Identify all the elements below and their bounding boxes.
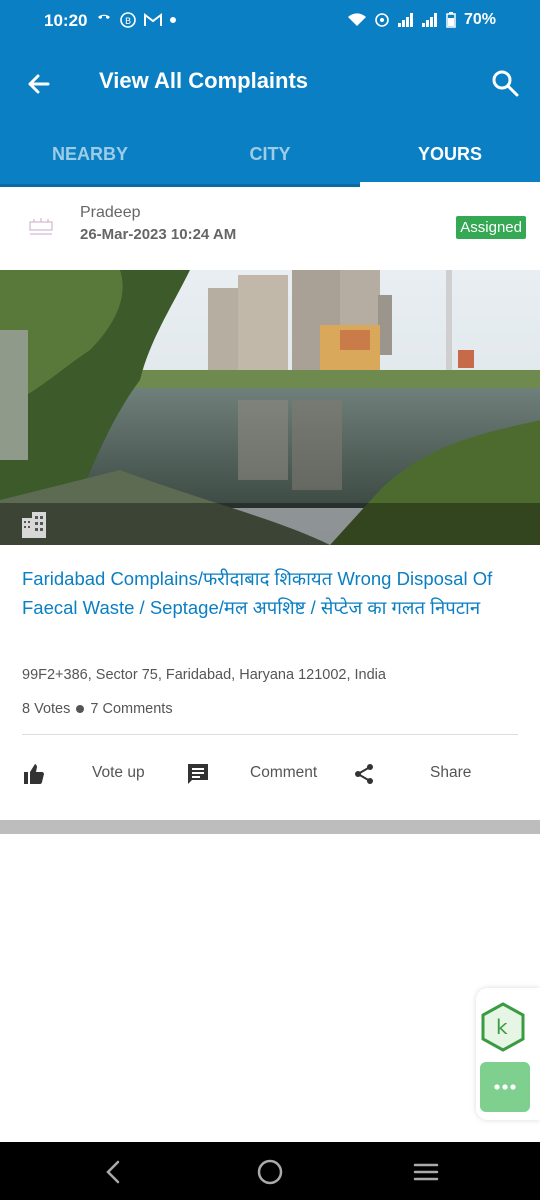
b-app-icon: B	[120, 12, 136, 28]
k-app-icon[interactable]: k	[480, 1002, 526, 1052]
complaint-title[interactable]: Faridabad Complains/फरीदाबाद शिकायत Wron…	[22, 564, 522, 622]
signal-icon-2	[421, 13, 437, 27]
hotspot-icon	[375, 13, 389, 27]
tab-bar: NEARBY CITY YOURS	[0, 122, 540, 186]
search-icon[interactable]	[490, 68, 520, 98]
page-title: View All Complaints	[99, 68, 309, 93]
action-bar: Vote up Comment Share	[0, 750, 540, 798]
complaint-stats: 8 Votes 7 Comments	[22, 701, 173, 717]
notification-icons: B	[96, 12, 176, 28]
section-separator	[0, 820, 540, 834]
gmail-icon	[144, 13, 162, 26]
photo-caption-strip	[0, 503, 540, 545]
author-name: Pradeep	[80, 204, 141, 221]
nav-home-icon[interactable]	[256, 1158, 284, 1186]
svg-text:k: k	[496, 1015, 508, 1039]
comments-count[interactable]: 7 Comments	[90, 701, 172, 717]
wifi-icon	[347, 13, 366, 26]
building-icon	[22, 512, 46, 538]
vote-up-button[interactable]: Vote up	[92, 764, 145, 782]
call-icon	[98, 14, 110, 19]
comment-button[interactable]: Comment	[250, 764, 317, 782]
divider	[22, 734, 518, 735]
comment-icon[interactable]	[186, 762, 210, 786]
separator-dot	[76, 705, 85, 713]
system-icons: 70%	[347, 11, 496, 29]
complaint-photo[interactable]	[0, 270, 540, 545]
tab-underline	[0, 184, 360, 187]
tab-city[interactable]: CITY	[180, 122, 360, 186]
complaint-header: Pradeep 26-Mar-2023 10:24 AM Assigned	[0, 190, 540, 270]
app-bar: View All Complaints	[0, 44, 540, 122]
more-options-button[interactable]	[480, 1062, 530, 1112]
share-icon[interactable]	[352, 762, 376, 786]
thumbs-up-icon[interactable]	[22, 762, 46, 786]
nav-menu-icon[interactable]	[412, 1158, 440, 1186]
more-dots-icon	[494, 1084, 516, 1090]
battery-icon	[446, 12, 456, 28]
arrow-left-icon[interactable]	[22, 68, 54, 100]
signal-icon	[397, 13, 413, 27]
status-bar: 10:20 B 70%	[0, 0, 540, 44]
complaint-address: 99F2+386, Sector 75, Faridabad, Haryana …	[22, 667, 386, 683]
tab-yours[interactable]: YOURS	[360, 122, 540, 186]
avatar	[29, 218, 53, 235]
status-badge: Assigned	[456, 216, 526, 239]
svg-text:B: B	[125, 17, 131, 27]
tab-nearby[interactable]: NEARBY	[0, 122, 180, 186]
nav-back-icon[interactable]	[100, 1158, 128, 1186]
votes-count: 8 Votes	[22, 701, 71, 717]
battery-level: 70%	[463, 11, 496, 28]
share-button[interactable]: Share	[430, 764, 471, 782]
complaint-date: 26-Mar-2023 10:24 AM	[80, 226, 237, 243]
status-time: 10:20	[44, 11, 88, 30]
dot-icon	[170, 17, 176, 23]
system-nav-bar	[0, 1142, 540, 1200]
